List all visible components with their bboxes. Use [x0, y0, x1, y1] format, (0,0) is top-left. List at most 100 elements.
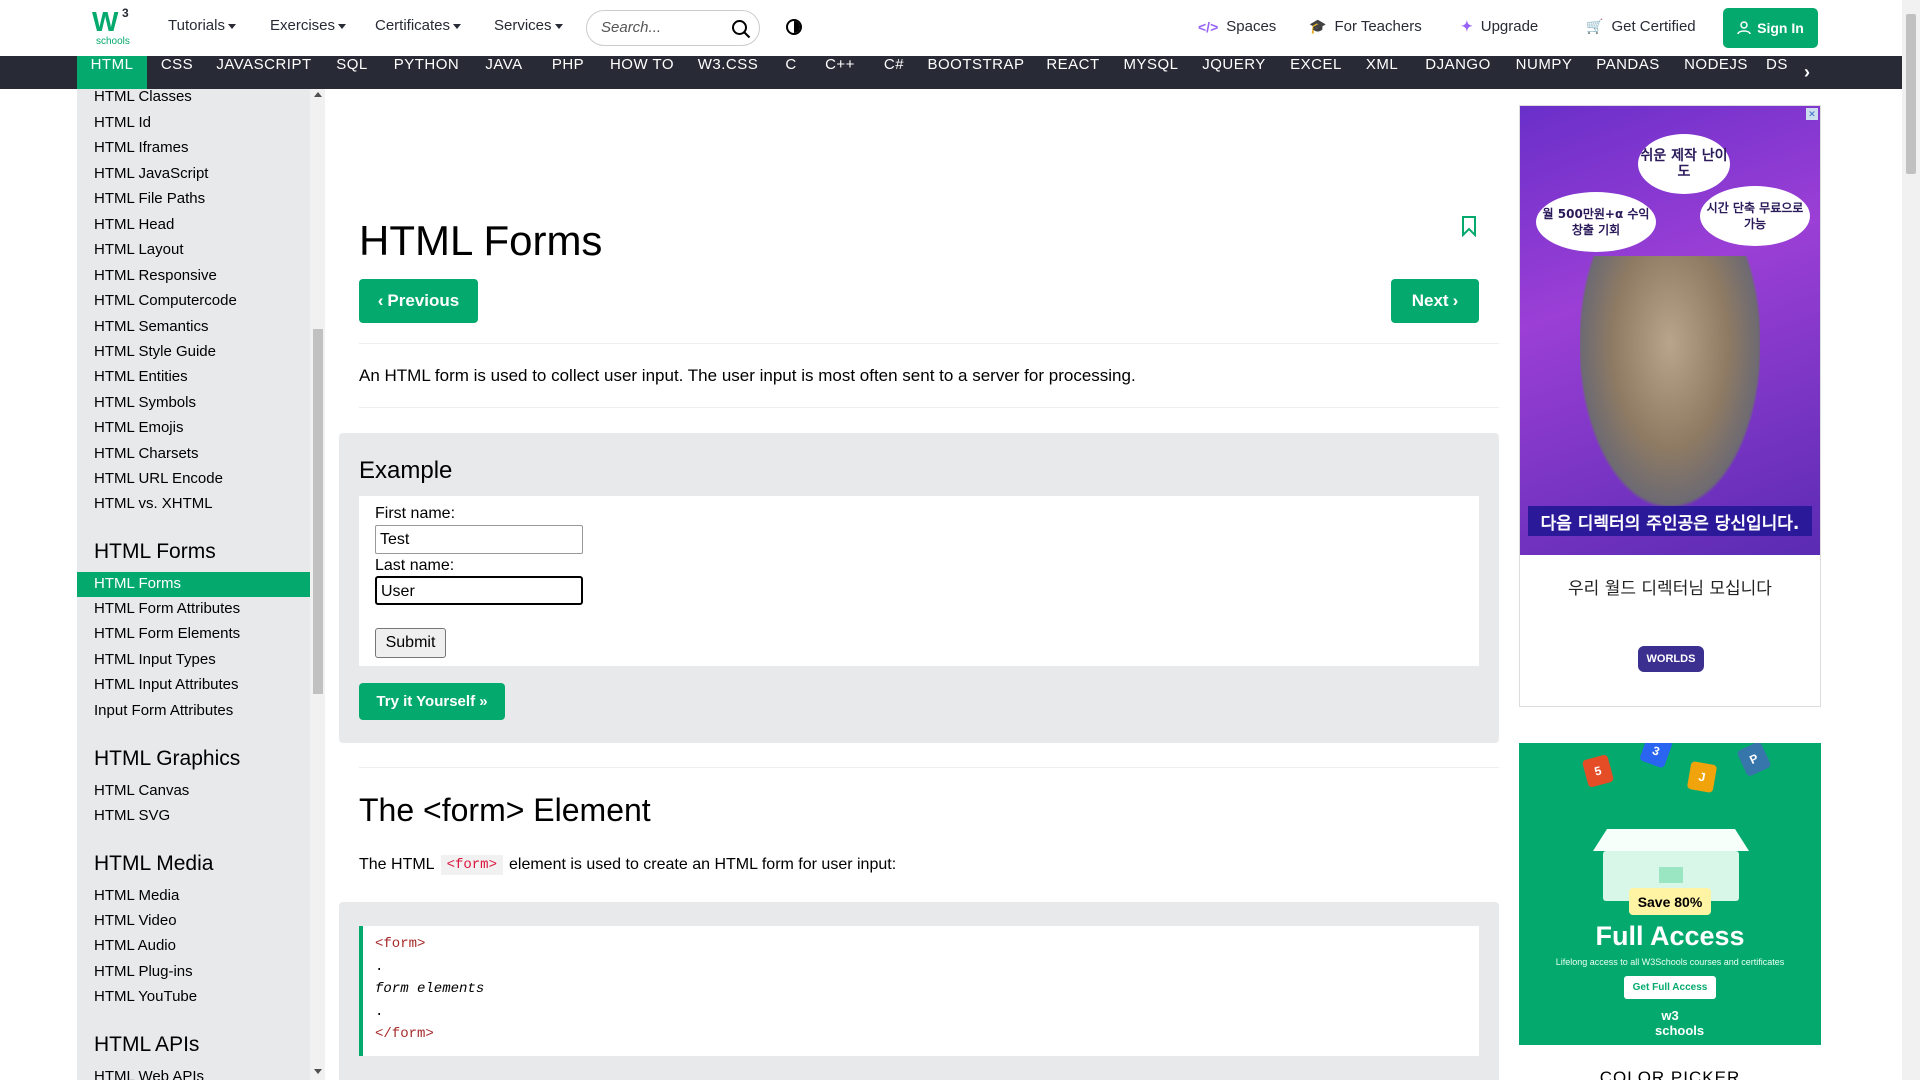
graduation-cap-icon: 🎓	[1309, 18, 1327, 34]
sidebar-item[interactable]: HTML Form Elements	[94, 625, 240, 642]
lang-react[interactable]: REACT	[1038, 56, 1108, 89]
last-name-field[interactable]: User	[375, 576, 583, 605]
scroll-up-icon[interactable]	[314, 92, 322, 97]
sidebar-item[interactable]: HTML Style Guide	[94, 343, 216, 360]
sign-in-button[interactable]: Sign In	[1723, 8, 1818, 48]
lang-excel[interactable]: EXCEL	[1286, 56, 1346, 89]
lang-jquery[interactable]: JQUERY	[1194, 56, 1274, 89]
page-scrollbar[interactable]	[1902, 0, 1920, 1080]
lang-cpp[interactable]: C++	[818, 56, 862, 89]
sidebar-item[interactable]: HTML Symbols	[94, 394, 196, 411]
search-input[interactable]	[601, 19, 721, 36]
divider	[359, 767, 1499, 768]
search-icon[interactable]	[731, 19, 751, 39]
lang-pandas[interactable]: PANDAS	[1590, 56, 1666, 89]
lang-django[interactable]: DJANGO	[1418, 56, 1498, 89]
lang-python[interactable]: PYTHON	[389, 56, 464, 89]
menu-certificates[interactable]: Certificates	[375, 17, 462, 34]
sidebar-item[interactable]: HTML Media	[94, 887, 179, 904]
code-line: .	[375, 959, 384, 975]
upgrade-link[interactable]: ✦ Upgrade	[1461, 18, 1538, 35]
sidebar-item[interactable]: HTML Id	[94, 114, 151, 131]
sidebar-item-active[interactable]: HTML Forms	[94, 575, 181, 592]
menu-tutorials[interactable]: Tutorials	[168, 17, 236, 34]
w3schools-logo[interactable]: W 3 schools	[92, 6, 136, 48]
next-button[interactable]: Next ›	[1391, 279, 1479, 323]
ad-bubble: 시간 단축 무료으로 가능	[1700, 186, 1810, 246]
get-certified-label: Get Certified	[1611, 18, 1696, 35]
sidebar-item[interactable]: HTML YouTube	[94, 988, 197, 1005]
sidebar-item[interactable]: HTML Form Attributes	[94, 600, 240, 617]
sidebar-item[interactable]: HTML Entities	[94, 368, 188, 385]
lang-how-to[interactable]: HOW TO	[604, 56, 680, 89]
sidebar-scrollbar[interactable]	[310, 89, 325, 1080]
bookmark-icon[interactable]	[1461, 215, 1477, 237]
sidebar-item[interactable]: HTML JavaScript	[94, 165, 208, 182]
sidebar-item[interactable]: HTML Layout	[94, 241, 183, 258]
ad-close-icon[interactable]: ✕	[1806, 108, 1818, 120]
lang-numpy[interactable]: NUMPY	[1510, 56, 1578, 89]
color-picker-heading: COLOR PICKER	[1599, 1068, 1741, 1080]
get-full-access-button[interactable]: Get Full Access	[1624, 976, 1716, 999]
sidebar-item[interactable]: HTML Head	[94, 216, 174, 233]
divider	[359, 343, 1499, 344]
sidebar-item[interactable]: HTML Semantics	[94, 318, 208, 335]
sidebar-item[interactable]: HTML Video	[94, 912, 177, 929]
section-paragraph: The HTML <form> element is used to creat…	[359, 855, 896, 875]
lang-w3css[interactable]: W3.CSS	[692, 56, 764, 89]
lang-bootstrap[interactable]: BOOTSTRAP	[926, 56, 1026, 89]
try-it-yourself-button[interactable]: Try it Yourself »	[359, 683, 505, 720]
sidebar-item[interactable]: Input Form Attributes	[94, 702, 233, 719]
sidebar-item[interactable]: HTML Canvas	[94, 782, 189, 799]
submit-button[interactable]: Submit	[375, 628, 446, 658]
spaces-link[interactable]: </> Spaces	[1198, 18, 1276, 35]
sidebar-item[interactable]: HTML Charsets	[94, 445, 198, 462]
sidebar-item[interactable]: HTML Iframes	[94, 139, 188, 156]
lang-nodejs[interactable]: NODEJS	[1678, 56, 1754, 89]
first-name-field[interactable]: Test	[375, 525, 583, 554]
sidebar-item[interactable]: HTML Responsive	[94, 267, 217, 284]
advertisement-full-access[interactable]: 5 3 J P Save 80% Full Access Lifelong ac…	[1519, 743, 1821, 1045]
scroll-down-icon[interactable]	[314, 1069, 322, 1074]
sidebar-item[interactable]: HTML Computercode	[94, 292, 237, 309]
sidebar-item[interactable]: HTML File Paths	[94, 190, 205, 207]
lang-mysql[interactable]: MYSQL	[1120, 56, 1182, 89]
lang-php[interactable]: PHP	[544, 56, 592, 89]
section-text-before: The HTML	[359, 856, 435, 873]
lang-c[interactable]: C	[776, 56, 806, 89]
for-teachers-link[interactable]: 🎓 For Teachers	[1309, 18, 1422, 35]
get-certified-link[interactable]: 🛒 Get Certified	[1586, 18, 1696, 35]
advertisement-maplestory[interactable]: ✕ 쉬운 제작 난이도 월 500만원+α 수익 창출 기회 시간 단축 무료으…	[1519, 105, 1821, 707]
chevron-right-icon[interactable]: ›	[1804, 63, 1814, 81]
code-icon: </>	[1198, 18, 1219, 35]
lang-javascript[interactable]: JAVASCRIPT	[214, 56, 314, 89]
next-label: Next	[1411, 291, 1449, 310]
dark-mode-toggle-icon[interactable]	[786, 19, 802, 35]
sidebar-item[interactable]: HTML Emojis	[94, 419, 183, 436]
menu-services[interactable]: Services	[494, 17, 563, 34]
sidebar-item[interactable]: HTML SVG	[94, 807, 170, 824]
sidebar-item[interactable]: HTML Input Types	[94, 651, 216, 668]
sidebar-item[interactable]: HTML Plug-ins	[94, 963, 193, 980]
lang-xml[interactable]: XML	[1358, 56, 1406, 89]
lang-sql[interactable]: SQL	[327, 56, 377, 89]
sidebar-scrollbar-thumb[interactable]	[313, 329, 323, 694]
sidebar-item[interactable]: HTML URL Encode	[94, 470, 223, 487]
sidebar-item[interactable]: HTML Audio	[94, 937, 176, 954]
lang-java[interactable]: JAVA	[476, 56, 532, 89]
lang-css[interactable]: CSS	[152, 56, 202, 89]
page-scrollbar-thumb[interactable]	[1906, 14, 1916, 174]
menu-exercises[interactable]: Exercises	[270, 17, 347, 34]
sidebar-item[interactable]: HTML Input Attributes	[94, 676, 239, 693]
code-line: form elements	[375, 981, 485, 997]
previous-button[interactable]: ‹ Previous	[359, 279, 478, 323]
sidebar-item[interactable]: HTML Web APIs	[94, 1068, 204, 1080]
save-badge: Save 80%	[1629, 888, 1711, 915]
lang-ds[interactable]: DS	[1766, 56, 1794, 89]
sidebar-item[interactable]: HTML vs. XHTML	[94, 495, 213, 512]
lang-html[interactable]: HTML	[77, 56, 147, 89]
sidebar-item[interactable]: HTML Classes	[94, 89, 192, 105]
lang-csharp[interactable]: C#	[874, 56, 914, 89]
code-line: <form>	[375, 936, 426, 952]
chevron-left-icon: ‹	[377, 291, 384, 310]
